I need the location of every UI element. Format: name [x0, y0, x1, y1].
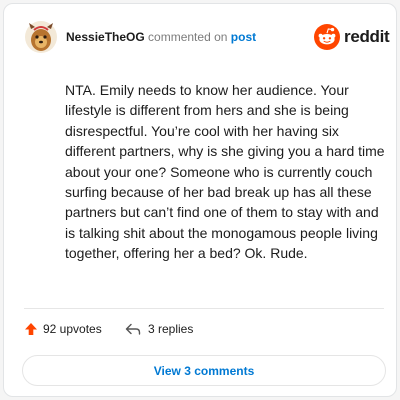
avatar-icon	[25, 21, 57, 53]
upvote-count: 92 upvotes	[43, 322, 102, 336]
upvote-arrow-icon	[25, 323, 37, 335]
divider	[24, 308, 384, 309]
comment-action: commented on	[148, 30, 228, 44]
username[interactable]: NessieTheOG	[66, 30, 145, 44]
upvote-button[interactable]: 92 upvotes	[24, 322, 102, 336]
comment-body: NTA. Emily needs to know her audience. Y…	[65, 82, 385, 262]
reddit-wordmark: reddit	[344, 27, 390, 46]
reply-arrow-icon	[125, 323, 141, 335]
reddit-logo: reddit	[314, 24, 390, 50]
replies-count: 3 replies	[148, 322, 194, 336]
comment-header: NessieTheOG commented on post	[66, 30, 256, 44]
comment-card: NessieTheOG commented on post reddit NTA…	[3, 3, 397, 397]
post-link[interactable]: post	[231, 30, 256, 44]
avatar[interactable]	[24, 20, 58, 54]
replies-button[interactable]: 3 replies	[125, 322, 193, 336]
view-comments-button[interactable]: View 3 comments	[22, 355, 386, 386]
reddit-logo-icon	[314, 24, 340, 50]
